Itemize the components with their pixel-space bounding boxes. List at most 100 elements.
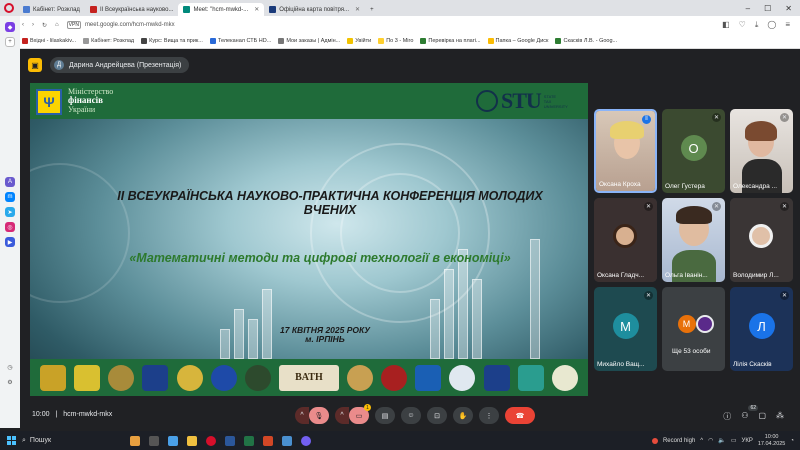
instagram-icon[interactable]: ◎ xyxy=(5,222,15,232)
download-icon[interactable]: ⤓ xyxy=(755,20,759,30)
mic-options-button[interactable]: ^ xyxy=(295,407,309,424)
history-icon[interactable]: ◷ xyxy=(5,362,15,372)
taskbar-search[interactable]: ⌕ Пошук xyxy=(22,437,112,445)
emblem-icon xyxy=(517,364,544,391)
emblem-icon xyxy=(210,364,237,391)
participant-tile[interactable]: ✕ Ольга Іванін... xyxy=(662,198,725,282)
bath-logo: BATH xyxy=(278,364,339,391)
reload-icon[interactable]: ↻ xyxy=(42,22,47,29)
decor-bar xyxy=(530,239,540,359)
tab-conference[interactable]: II Всеукраїнська науково... xyxy=(85,3,179,16)
participant-tile[interactable]: ✕ Володимир Л... xyxy=(730,198,793,282)
tab-air-map[interactable]: Офіційна карта повітря... ✕ xyxy=(264,3,365,16)
profile-icon[interactable]: ◯ xyxy=(767,20,776,30)
new-tab-button[interactable]: + xyxy=(365,3,379,16)
player-icon[interactable]: ▶ xyxy=(5,237,15,247)
menu-icon[interactable]: ≡ xyxy=(785,20,790,30)
more-participants-tile[interactable]: М Ще 53 особи xyxy=(662,287,725,371)
settings-icon[interactable]: ⚙ xyxy=(5,377,15,387)
camera-options-button[interactable]: ^ xyxy=(335,407,349,424)
opera-icon[interactable] xyxy=(206,435,216,446)
windows-start-icon[interactable] xyxy=(0,436,22,445)
reactions-button[interactable]: ☺ xyxy=(401,407,421,424)
participant-name: Олександра ... xyxy=(733,183,778,190)
camera-toggle-button[interactable]: ▭ 1 xyxy=(349,404,371,424)
powerpoint-icon[interactable] xyxy=(263,435,273,446)
store-icon[interactable] xyxy=(168,435,178,446)
bookmark-item[interactable]: Телеканал СТБ HD... xyxy=(209,38,271,44)
battery-icon[interactable]: ▭ xyxy=(731,437,737,444)
wifi-icon[interactable]: ◠ xyxy=(708,437,713,444)
viber-icon[interactable] xyxy=(301,435,311,446)
university-seal-icon xyxy=(476,90,498,112)
bookmark-item[interactable]: Курс: Вища та прик... xyxy=(141,38,203,44)
camera-icon[interactable]: ◧ xyxy=(722,20,730,30)
raise-hand-button[interactable]: ✋ xyxy=(453,407,473,424)
participant-tile[interactable]: ✕ М Михайло Ващ... xyxy=(594,287,657,371)
participant-tile[interactable]: ✕ Олександра ... xyxy=(730,109,793,193)
forward-icon[interactable]: › xyxy=(32,22,34,28)
more-vertical-icon: ⋮ xyxy=(485,412,493,420)
ministry-text: Міністерство фінансів України xyxy=(68,87,114,114)
folder-icon[interactable] xyxy=(187,435,197,446)
notification-badge: 1 xyxy=(364,404,371,411)
url-field[interactable]: VPN meet.google.com/hcm-mwkd-mkx xyxy=(66,21,175,29)
bookmark-item[interactable]: Увійти xyxy=(347,38,371,44)
messenger-icon[interactable]: m xyxy=(5,192,15,202)
trident-logo-icon: Ψ xyxy=(36,89,62,115)
participant-tile[interactable]: ✕ Оксана Гладч... xyxy=(594,198,657,282)
taskbar-apps xyxy=(130,435,311,446)
bookmark-item[interactable]: Скасків Л.В. - Goog... xyxy=(555,38,617,44)
excel-icon[interactable] xyxy=(244,435,254,446)
record-label: Record high xyxy=(662,437,696,444)
bookmark-item[interactable]: Мои заказы | Адмін... xyxy=(278,38,340,44)
participant-name: Ольга Іванін... xyxy=(665,272,708,279)
aria-icon[interactable]: ◆ xyxy=(5,22,15,32)
close-icon[interactable]: ✕ xyxy=(355,6,360,13)
telegram-icon[interactable]: ➤ xyxy=(5,207,15,217)
chevron-up-icon[interactable]: ^ xyxy=(700,438,703,444)
app-icon[interactable] xyxy=(282,435,292,446)
widget-icon[interactable] xyxy=(130,435,140,446)
activities-icon[interactable]: ⁂ xyxy=(776,411,784,422)
mic-toggle-button[interactable]: 🎙 xyxy=(309,407,329,424)
present-icon: ⊡ xyxy=(434,412,440,420)
bookmark-icon[interactable]: ♡ xyxy=(739,20,746,30)
ai-icon[interactable]: A xyxy=(5,177,15,187)
clock[interactable]: 10:00 17.04.2025 xyxy=(758,434,786,448)
minimize-icon[interactable]: – xyxy=(746,4,750,13)
close-icon[interactable]: ✕ xyxy=(254,6,259,13)
tab-meet[interactable]: Meet: "hcm-mwkd-... ✕ xyxy=(178,3,265,16)
home-icon[interactable]: ⌂ xyxy=(55,22,59,28)
tab-kabinet[interactable]: Кабінет: Розклад xyxy=(18,3,85,16)
present-button[interactable]: ⊡ xyxy=(427,407,447,424)
participant-tile[interactable]: ✕ Л Лілія Скасків xyxy=(730,287,793,371)
bookmark-item[interactable]: Кабінет: Розклад xyxy=(83,38,134,44)
bookmark-item[interactable]: Вхідні - lilaskakiv... xyxy=(22,38,76,44)
word-icon[interactable] xyxy=(225,435,235,446)
chat-icon[interactable]: ▢ xyxy=(758,411,766,422)
presenter-name: Дарина Андрейцева (Презентація) xyxy=(69,61,182,69)
task-view-icon[interactable] xyxy=(149,435,159,446)
back-icon[interactable]: ‹ xyxy=(22,22,24,28)
people-icon[interactable]: ⚇ xyxy=(741,411,748,422)
slide-header: Ψ Міністерство фінансів України STU STAT… xyxy=(30,83,588,119)
participant-tile[interactable]: ⦀ Оксана Кроха xyxy=(594,109,657,193)
bookmark-item[interactable]: Папка – Google Диск xyxy=(487,38,548,44)
end-call-button[interactable]: ☎ xyxy=(505,407,535,424)
maximize-icon[interactable]: ☐ xyxy=(764,4,771,13)
close-window-icon[interactable]: ✕ xyxy=(785,4,792,13)
add-icon[interactable]: + xyxy=(5,37,15,47)
vpn-badge[interactable]: VPN xyxy=(66,21,81,29)
info-icon[interactable]: ⓘ xyxy=(723,411,731,422)
participant-tile[interactable]: ✕ О Олег Густера xyxy=(662,109,725,193)
volume-icon[interactable]: 🔈 xyxy=(718,437,725,444)
more-options-button[interactable]: ⋮ xyxy=(479,407,499,424)
language-indicator[interactable]: УКР xyxy=(742,438,753,444)
captions-button[interactable]: ▤ xyxy=(375,407,395,424)
bookmark-item[interactable]: Перевірка на плагі... xyxy=(420,38,481,44)
opera-logo-icon[interactable] xyxy=(0,0,18,16)
notification-icon[interactable]: ◔ xyxy=(790,438,794,444)
bookmark-item[interactable]: По 3 - Miro xyxy=(378,38,413,44)
presentation-icon[interactable]: ▣ xyxy=(28,58,42,72)
